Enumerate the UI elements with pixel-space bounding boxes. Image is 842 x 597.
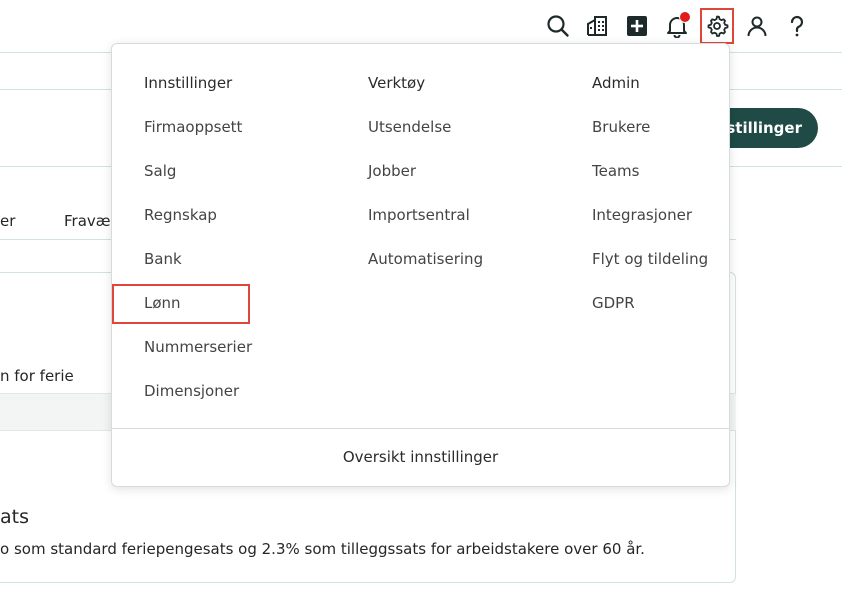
menu-item-lonn[interactable]: Lønn (144, 294, 181, 312)
menu-item-salg[interactable]: Salg (144, 162, 176, 180)
company-building-icon[interactable] (580, 8, 614, 44)
menu-item-nummerserier[interactable]: Nummerserier (144, 338, 252, 356)
highlight-marker (112, 284, 250, 324)
row-label: n for ferie (0, 367, 74, 385)
tab-partial[interactable]: er (0, 212, 15, 230)
search-icon[interactable] (541, 8, 575, 44)
column-header-innstillinger: Innstillinger (144, 74, 233, 92)
menu-item-firmaoppsett[interactable]: Firmaoppsett (144, 118, 242, 136)
settings-gear-icon[interactable] (700, 8, 734, 44)
section-description: o som standard feriepengesats og 2.3% so… (0, 540, 645, 558)
menu-item-jobber[interactable]: Jobber (368, 162, 416, 180)
section-title: ats (0, 506, 29, 528)
menu-item-gdpr[interactable]: GDPR (592, 294, 635, 312)
menu-item-utsendelse[interactable]: Utsendelse (368, 118, 451, 136)
column-header-admin: Admin (592, 74, 640, 92)
menu-item-flyt-og-tildeling[interactable]: Flyt og tildeling (592, 250, 708, 268)
notification-bell-icon[interactable] (660, 8, 694, 44)
column-header-verktoy: Verktøy (368, 74, 426, 92)
help-icon[interactable] (780, 8, 814, 44)
menu-item-importsentral[interactable]: Importsentral (368, 206, 470, 224)
menu-item-teams[interactable]: Teams (592, 162, 639, 180)
menu-item-automatisering[interactable]: Automatisering (368, 250, 483, 268)
add-icon[interactable] (620, 8, 654, 44)
user-icon[interactable] (740, 8, 774, 44)
settings-dropdown: Innstillinger Firmaoppsett Salg Regnskap… (111, 43, 730, 487)
menu-item-bank[interactable]: Bank (144, 250, 182, 268)
menu-item-regnskap[interactable]: Regnskap (144, 206, 217, 224)
menu-item-integrasjoner[interactable]: Integrasjoner (592, 206, 692, 224)
tab-absence[interactable]: Fravær (64, 212, 117, 230)
menu-item-brukere[interactable]: Brukere (592, 118, 650, 136)
notification-dot (679, 11, 691, 23)
menu-item-dimensjoner[interactable]: Dimensjoner (144, 382, 239, 400)
overview-settings-link[interactable]: Oversikt innstillinger (112, 429, 729, 485)
